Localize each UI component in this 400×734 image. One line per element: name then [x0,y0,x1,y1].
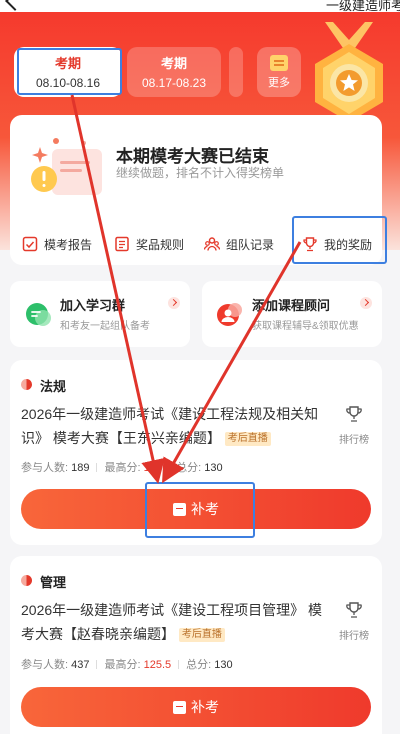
participants-count: 189 [71,462,90,474]
subject-name: 法规 [40,379,67,394]
tab-period-2[interactable]: 考期 08.17-08.23 [127,47,221,97]
quick-link-prize-rules[interactable]: 奖品规则 [114,231,184,257]
total-score: 130 [214,659,233,671]
exam-stats: 参与人数: 189 最高分: 118 总分: 130 [21,459,223,475]
highlight-box-makeup-button [145,482,255,538]
exam-stats: 参与人数: 437 最高分: 125.5 总分: 130 [21,656,233,672]
status-subtitle: 继续做题，排名不计入得奖榜单 [116,166,285,180]
exam-title-text: 2026年一级建造师考试《建设工程法规及相关知识》 模考大赛【王东兴亲编题】 [21,406,319,446]
quick-link-report[interactable]: 模考报告 [22,231,92,257]
leaderboard-button[interactable]: 排行榜 [336,406,372,446]
promo-subtitle: 和考友一起组队备考 [60,321,150,332]
highest-label: 最高分: [104,659,141,671]
tab-period-3[interactable] [229,47,243,97]
promo-add-course-advisor[interactable]: 添加课程顾问 获取课程辅导&领取优惠 [202,281,382,347]
more-button[interactable]: 更多 [257,47,301,97]
leaderboard-label: 排行榜 [339,435,369,446]
participants-label: 参与人数: [21,462,69,474]
promo-title: 添加课程顾问 [252,298,331,313]
makeup-exam-label: 补考 [191,699,219,715]
quick-link-label: 奖品规则 [136,237,185,252]
advisor-icon [217,303,242,326]
quick-link-label: 模考报告 [44,237,93,252]
leaderboard-label: 排行榜 [339,631,369,642]
participants-label: 参与人数: [21,659,69,671]
promo-title: 加入学习群 [60,298,126,313]
subject-dot-icon [21,575,32,586]
chat-group-icon [26,303,51,326]
trophy-icon [346,406,362,422]
chevron-right-icon [360,297,372,309]
chevron-left-icon[interactable] [5,0,25,11]
top-bar: 一级建造师考 [0,0,400,13]
edit-icon [173,700,186,714]
more-label: 更多 [268,77,290,89]
tab-period-dates: 08.17-08.23 [141,76,207,90]
list-icon [115,236,129,252]
total-label: 总分: [186,659,212,671]
leaderboard-button[interactable]: 排行榜 [336,602,372,642]
page-title: 一级建造师考 [325,0,400,13]
exam-title[interactable]: 2026年一级建造师考试《建设工程法规及相关知识》 模考大赛【王东兴亲编题】 考… [21,402,333,450]
highest-score: 118 [143,462,162,474]
star-medal-icon [315,22,383,122]
chevron-right-icon [168,297,180,309]
team-icon [204,237,220,251]
tab-period-name: 考期 [160,56,187,71]
highest-score: 125.5 [143,659,172,671]
promo-join-study-group[interactable]: 加入学习群 和考友一起组队备考 [10,281,190,347]
highlight-box-period-tab [17,48,122,95]
highest-label: 最高分: [104,462,141,474]
quick-link-label: 组队记录 [226,237,275,252]
exam-paper-icon [31,138,102,195]
total-label: 总分: [176,462,202,474]
exam-card-management: 管理 2026年一级建造师考试《建设工程项目管理》 模考大赛【赵春晓亲编题】 考… [10,556,382,734]
highlight-box-my-rewards [292,216,387,264]
subject-name: 管理 [40,575,67,590]
live-tag: 考后直播 [178,628,225,642]
makeup-exam-button[interactable]: 补考 [21,687,371,727]
calendar-icon [270,55,288,71]
exam-title-text: 2026年一级建造师考试《建设工程项目管理》 模考大赛【赵春晓亲编题】 [21,602,323,642]
subject-dot-icon [21,379,32,390]
quick-link-team-records[interactable]: 组队记录 [204,231,274,257]
promo-subtitle: 获取课程辅导&领取优惠 [252,321,359,332]
total-score: 130 [204,462,223,474]
checklist-icon [22,236,38,252]
exam-title[interactable]: 2026年一级建造师考试《建设工程项目管理》 模考大赛【赵春晓亲编题】 考后直播 [21,598,333,646]
participants-count: 437 [71,659,90,671]
live-tag: 考后直播 [224,432,271,446]
trophy-icon [346,602,362,618]
